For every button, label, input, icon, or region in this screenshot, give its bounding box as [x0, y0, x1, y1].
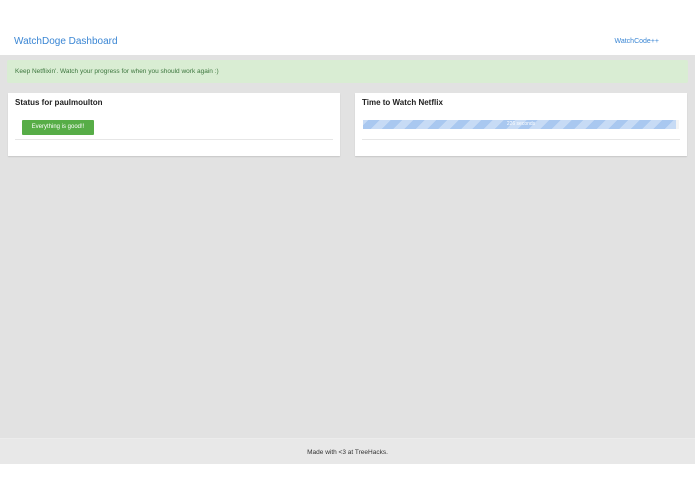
watchcode-link[interactable]: WatchCode++: [615, 38, 660, 45]
status-card-title: Status for paulmoulton: [15, 98, 103, 107]
navbar: WatchDoge Dashboard WatchCode++: [0, 0, 695, 55]
netflix-progress: 226 seconds: [363, 120, 679, 129]
divider: [15, 139, 333, 140]
info-alert: Keep Netflixin'. Watch your progress for…: [7, 60, 688, 83]
dashboard-content: Keep Netflixin'. Watch your progress for…: [0, 55, 695, 438]
footer: Made with <3 at TreeHacks.: [0, 438, 695, 464]
brand-link[interactable]: WatchDoge Dashboard: [14, 36, 118, 47]
progress-label: 226 seconds: [506, 121, 536, 127]
netflix-card: Time to Watch Netflix 226 seconds: [355, 93, 687, 156]
status-button[interactable]: Everything is good!!: [22, 120, 94, 135]
netflix-card-title: Time to Watch Netflix: [362, 98, 443, 107]
status-card: Status for paulmoulton Everything is goo…: [8, 93, 340, 156]
divider: [362, 139, 680, 140]
